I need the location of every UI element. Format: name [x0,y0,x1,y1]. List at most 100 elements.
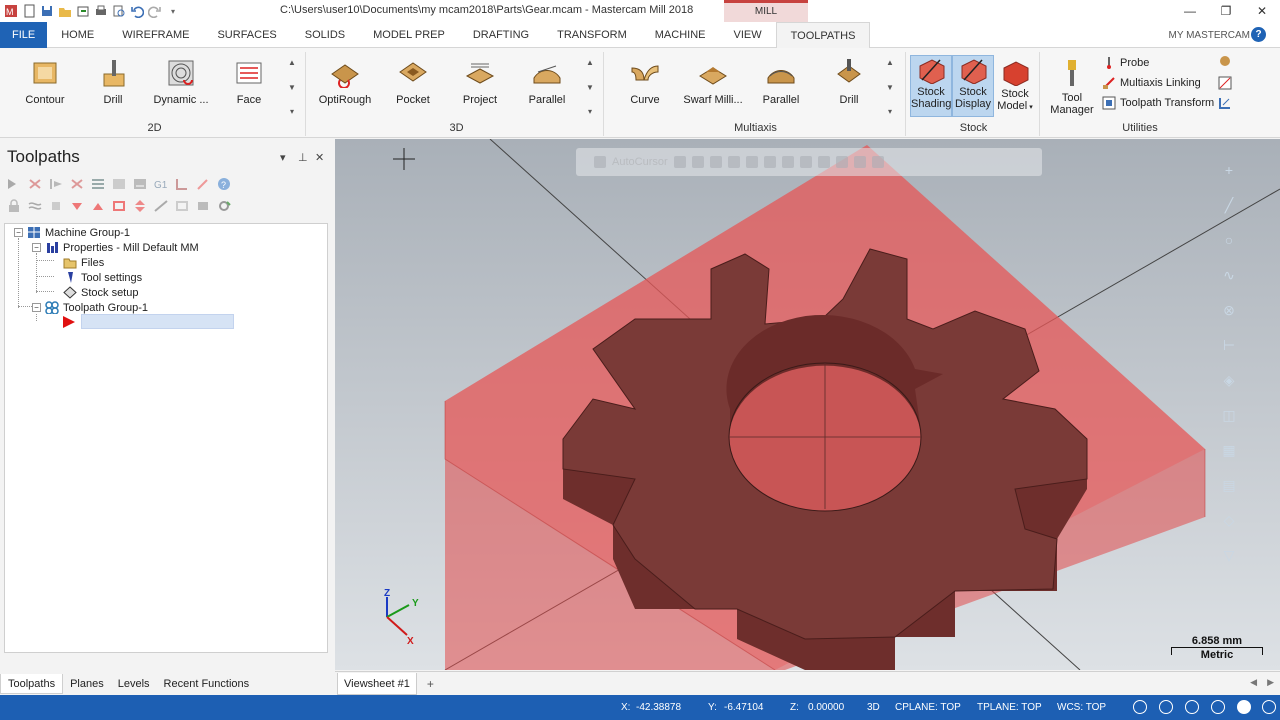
autocursor-midpoint-icon[interactable] [727,156,740,168]
wireframe-display-icon[interactable] [1211,700,1225,714]
tab-file[interactable]: FILE [0,21,48,48]
plane-icon[interactable]: ◇ [1218,509,1240,531]
tree-toolpath-group[interactable]: Toolpath Group-1 [45,300,148,315]
redo-icon[interactable] [148,4,162,18]
toolpath-editor-icon[interactable] [195,177,211,191]
help-icon[interactable]: ? [1251,27,1266,42]
stock-model-button[interactable]: Stock Model ▾ [994,58,1036,114]
new-operation-slot[interactable] [81,314,234,329]
tab-toolpaths[interactable]: TOOLPATHS [775,21,871,49]
drill-2d-button[interactable]: Drill [80,58,146,106]
merge-icon[interactable] [76,4,90,18]
swarf-milling-button[interactable]: Swarf Milli... [680,58,746,106]
stock-display-button[interactable]: Stock Display [952,55,994,117]
autocursor-grid-icon[interactable] [835,156,848,168]
solid-icon[interactable]: ◫ [1218,404,1240,426]
mode-3d-toggle[interactable]: 3D [867,702,880,713]
tab-planes-manager[interactable]: Planes [63,674,111,694]
toggle-posting-icon[interactable] [48,199,64,213]
autocursor-rotate-icon[interactable] [853,156,866,168]
mesh-icon[interactable]: ▦ [1218,439,1240,461]
autocursor-point-icon[interactable] [673,156,686,168]
machine-group-expander[interactable]: − [14,228,23,237]
curve-button[interactable]: Curve [612,58,678,106]
wcs-selector[interactable]: WCS: TOP [1057,702,1106,713]
backplot-icon[interactable] [90,177,106,191]
restore-button[interactable]: ❐ [1208,0,1244,22]
line-tool-icon[interactable]: ╱ [1218,194,1240,216]
tab-wireframe[interactable]: WIREFRAME [108,22,203,48]
autocursor-endpoint-icon[interactable] [709,156,722,168]
tree-stock-setup[interactable]: Stock setup [63,285,138,300]
tab-machine[interactable]: MACHINE [641,22,720,48]
minimize-button[interactable]: — [1172,0,1208,22]
scroll-arrow-icon[interactable] [132,199,148,213]
spline-tool-icon[interactable]: ∿ [1218,264,1240,286]
tab-view[interactable]: VIEW [720,22,776,48]
options-icon[interactable] [216,199,232,213]
customize-qat-icon[interactable]: ▾ [166,4,180,18]
viewsheet-next-icon[interactable]: ▶ [1267,677,1274,688]
globe-icon[interactable] [1185,700,1199,714]
tab-home[interactable]: HOME [47,22,108,48]
target-icon[interactable]: ⊗ [1218,299,1240,321]
simulate-icon[interactable] [132,177,148,191]
new-file-icon[interactable] [22,4,36,18]
collapse-icon[interactable] [174,199,190,213]
translucency-icon[interactable] [1262,700,1276,714]
tab-toolpaths-manager[interactable]: Toolpaths [0,674,64,694]
face-button[interactable]: Face [216,58,282,106]
my-mastercam-link[interactable]: MY MASTERCAM [1169,30,1251,41]
circle-tool-icon[interactable]: ○ [1218,229,1240,251]
panel-menu-button[interactable]: ▾ [280,151,286,164]
cplane-selector[interactable]: CPLANE: TOP [895,702,961,713]
add-icon[interactable]: + [1218,159,1240,181]
tab-transform[interactable]: TRANSFORM [543,22,641,48]
expand-icon[interactable] [153,199,169,213]
filter-icon[interactable]: ▽ [1218,544,1240,566]
autocursor-intersect-icon[interactable] [781,156,794,168]
tree-files[interactable]: Files [63,255,104,270]
panel-pin-button[interactable]: ⊥ [298,151,308,164]
tree-machine-group[interactable]: Machine Group-1 [27,225,130,240]
close-button[interactable]: ✕ [1244,0,1280,22]
parallel-multiaxis-button[interactable]: Parallel [748,58,814,106]
autocursor-more-icon[interactable] [871,156,884,168]
regenerate-dirty-icon[interactable] [69,177,85,191]
viewsheet-tab[interactable]: Viewsheet #1 [337,672,417,695]
graphics-viewport[interactable]: Z Y X AutoCursor + ╱ ○ ∿ ⊗ ⊢ ◈ ◫ ▦ ▤ ◇ ▽… [335,139,1280,670]
select-all-icon[interactable] [6,177,22,191]
insert-arrow-icon[interactable] [111,199,127,213]
autocursor-center-icon[interactable] [745,156,758,168]
tree-tool-settings[interactable]: Tool settings [63,270,142,285]
show-hide-icon[interactable] [195,199,211,213]
properties-expander[interactable]: − [32,243,41,252]
tplane-selector[interactable]: TPLANE: TOP [977,702,1042,713]
drill-multiaxis-button[interactable]: Drill [816,58,882,106]
shaded-display-icon[interactable] [1237,700,1251,714]
autocursor-toolbar[interactable]: AutoCursor [576,148,1042,176]
utilities-side-icon-2[interactable] [1218,76,1232,90]
tab-recent-functions[interactable]: Recent Functions [157,674,257,694]
layers-icon[interactable]: ▤ [1218,474,1240,496]
move-up-icon[interactable] [90,199,106,213]
autocursor-snap-icon[interactable] [691,156,704,168]
display-mode-icon-1[interactable] [1133,700,1147,714]
autocursor-quadrant-icon[interactable] [763,156,776,168]
high-speed-verify-icon[interactable] [174,177,190,191]
optirough-button[interactable]: OptiRough [312,58,378,106]
add-viewsheet-button[interactable]: + [427,677,434,691]
project-button[interactable]: Project [447,58,513,106]
multiaxis-linking-button[interactable]: Multiaxis Linking [1102,74,1201,92]
lock-icon[interactable] [6,199,22,213]
toolpath-transform-button[interactable]: Toolpath Transform [1102,94,1214,112]
move-down-icon[interactable] [69,199,85,213]
tree-properties[interactable]: Properties - Mill Default MM [45,240,199,255]
print-icon[interactable] [94,4,108,18]
utilities-side-icon-1[interactable] [1218,54,1232,68]
utilities-side-icon-3[interactable] [1218,96,1232,110]
verify-icon[interactable] [111,177,127,191]
regenerate-selected-icon[interactable] [48,177,64,191]
tab-surfaces[interactable]: SURFACES [203,22,290,48]
tool-manager-button[interactable]: Tool Manager [1044,58,1100,116]
